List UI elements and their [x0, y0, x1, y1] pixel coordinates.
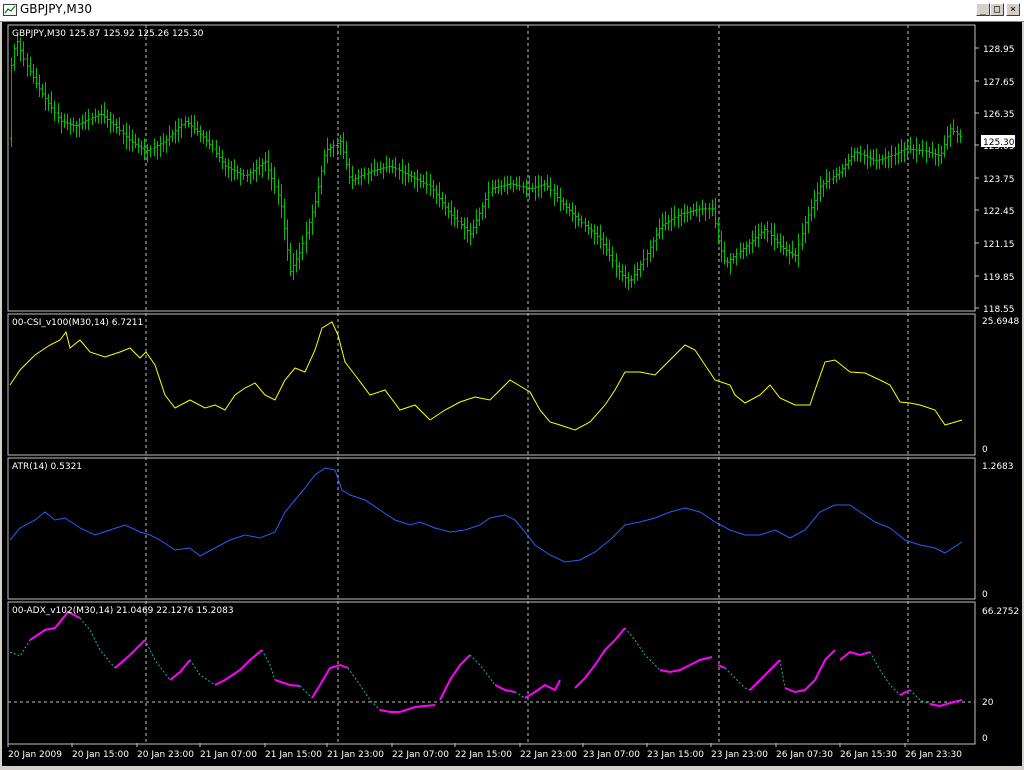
adx-solid-segment: [929, 699, 963, 708]
price-axis-label: 119.85: [983, 273, 1015, 283]
time-axis-label: 26 Jan 23:30: [905, 750, 962, 760]
title-bar[interactable]: GBPJPY,M30 _ □ ×: [0, 0, 1024, 22]
close-button[interactable]: ×: [1006, 3, 1020, 16]
time-axis-label: 21 Jan 07:00: [200, 750, 257, 760]
csi-axis-top: 25.6948: [982, 317, 1019, 327]
adx-dotted-segment: [869, 651, 901, 696]
chart-window-icon: [3, 4, 17, 16]
adx-dotted-segment: [779, 659, 786, 689]
price-axis-label: 121.15: [983, 240, 1015, 250]
adx-solid-segment: [749, 659, 781, 691]
price-axis-label: 127.65: [983, 78, 1015, 88]
time-axis-label: 26 Jan 07:30: [776, 750, 833, 760]
atr-line: [9, 467, 963, 563]
price-axis-label: 118.55: [983, 305, 1015, 315]
adx-dotted-segment: [79, 617, 116, 669]
price-panel-frame: [7, 24, 976, 312]
time-axis-label: 22 Jan 23:00: [520, 750, 577, 760]
adx-solid-segment: [524, 679, 561, 699]
adx-solid-segment: [784, 649, 836, 694]
adx-axis-top: 66.2752: [982, 607, 1019, 617]
time-axis-label: 23 Jan 23:00: [711, 750, 768, 760]
adx-solid-segment: [114, 639, 146, 669]
atr-axis-top: 1.2683: [982, 462, 1014, 472]
price-axis-label: 122.45: [983, 207, 1015, 217]
adx-panel-frame: [7, 601, 976, 745]
current-price-text: 125.30: [983, 138, 1015, 148]
adx-dotted-segment: [347, 667, 381, 711]
adx-dotted-segment: [9, 639, 31, 657]
adx-dotted-segment: [189, 659, 216, 686]
price-axis-label: 126.35: [983, 110, 1015, 120]
time-axis-label: 20 Jan 23:00: [137, 750, 194, 760]
time-axis-label: 21 Jan 23:00: [327, 750, 384, 760]
time-axis-label: 23 Jan 15:00: [647, 750, 704, 760]
adx-solid-segment: [214, 649, 263, 686]
chart-canvas[interactable]: GBPJPY,M30 125.87 125.92 125.26 125.3000…: [2, 22, 1022, 766]
adx-solid-segment: [274, 679, 301, 687]
time-axis-label: 23 Jan 07:00: [583, 750, 640, 760]
adx-panel-label: 00-ADX_v102(M30,14) 21.0469 22.1276 15.2…: [12, 606, 234, 616]
time-axis-label: 26 Jan 15:30: [840, 750, 897, 760]
time-axis-label: 22 Jan 15:00: [455, 750, 512, 760]
time-axis-label: 20 Jan 15:00: [72, 750, 129, 760]
adx-dotted-segment: [469, 654, 496, 686]
adx-dotted-segment: [624, 627, 661, 671]
adx-solid-segment: [311, 663, 349, 699]
maximize-button[interactable]: □: [990, 3, 1004, 16]
time-axis-label: 22 Jan 07:00: [392, 750, 449, 760]
csi-line: [9, 321, 963, 431]
adx-solid-segment: [494, 684, 516, 693]
csi-panel-frame: [7, 313, 976, 456]
adx-solid-segment: [379, 704, 436, 713]
time-axis-label: 21 Jan 15:00: [265, 750, 322, 760]
adx-solid-segment: [169, 659, 191, 681]
adx-dotted-segment: [299, 685, 313, 699]
adx-axis-mid: 20: [982, 698, 994, 708]
price-axis-label: 123.75: [983, 175, 1015, 185]
adx-solid-segment: [659, 656, 713, 674]
window-title: GBPJPY,M30: [20, 2, 93, 16]
adx-solid-segment: [839, 650, 871, 661]
time-axis-label: 20 Jan 2009: [8, 750, 62, 760]
csi-panel-label: 00-CSI_v100(M30,14) 6.7211: [12, 318, 143, 328]
chart-area[interactable]: GBPJPY,M30 125.87 125.92 125.26 125.30 00…: [2, 22, 1022, 766]
atr-panel-frame: [7, 457, 976, 600]
minimize-button[interactable]: _: [976, 3, 990, 16]
atr-axis-bottom: 0: [982, 590, 988, 600]
adx-dotted-segment: [144, 639, 171, 681]
atr-panel-label: ATR(14) 0.5321: [12, 462, 82, 472]
adx-dotted-segment: [724, 667, 751, 691]
adx-axis-bottom: 0: [982, 734, 988, 744]
adx-dotted-segment: [514, 691, 526, 699]
adx-solid-segment: [439, 654, 471, 701]
csi-axis-bottom: 0: [982, 445, 988, 455]
price-panel-label: GBPJPY,M30 125.87 125.92 125.26 125.30: [12, 29, 204, 39]
adx-dotted-segment: [261, 649, 276, 681]
price-axis-label: 128.95: [983, 45, 1015, 55]
adx-solid-segment: [574, 627, 626, 689]
terminal-window: GBPJPY,M30 _ □ × GBPJPY,M30 125.87 125.9…: [0, 0, 1024, 768]
adx-solid-segment: [29, 610, 81, 641]
